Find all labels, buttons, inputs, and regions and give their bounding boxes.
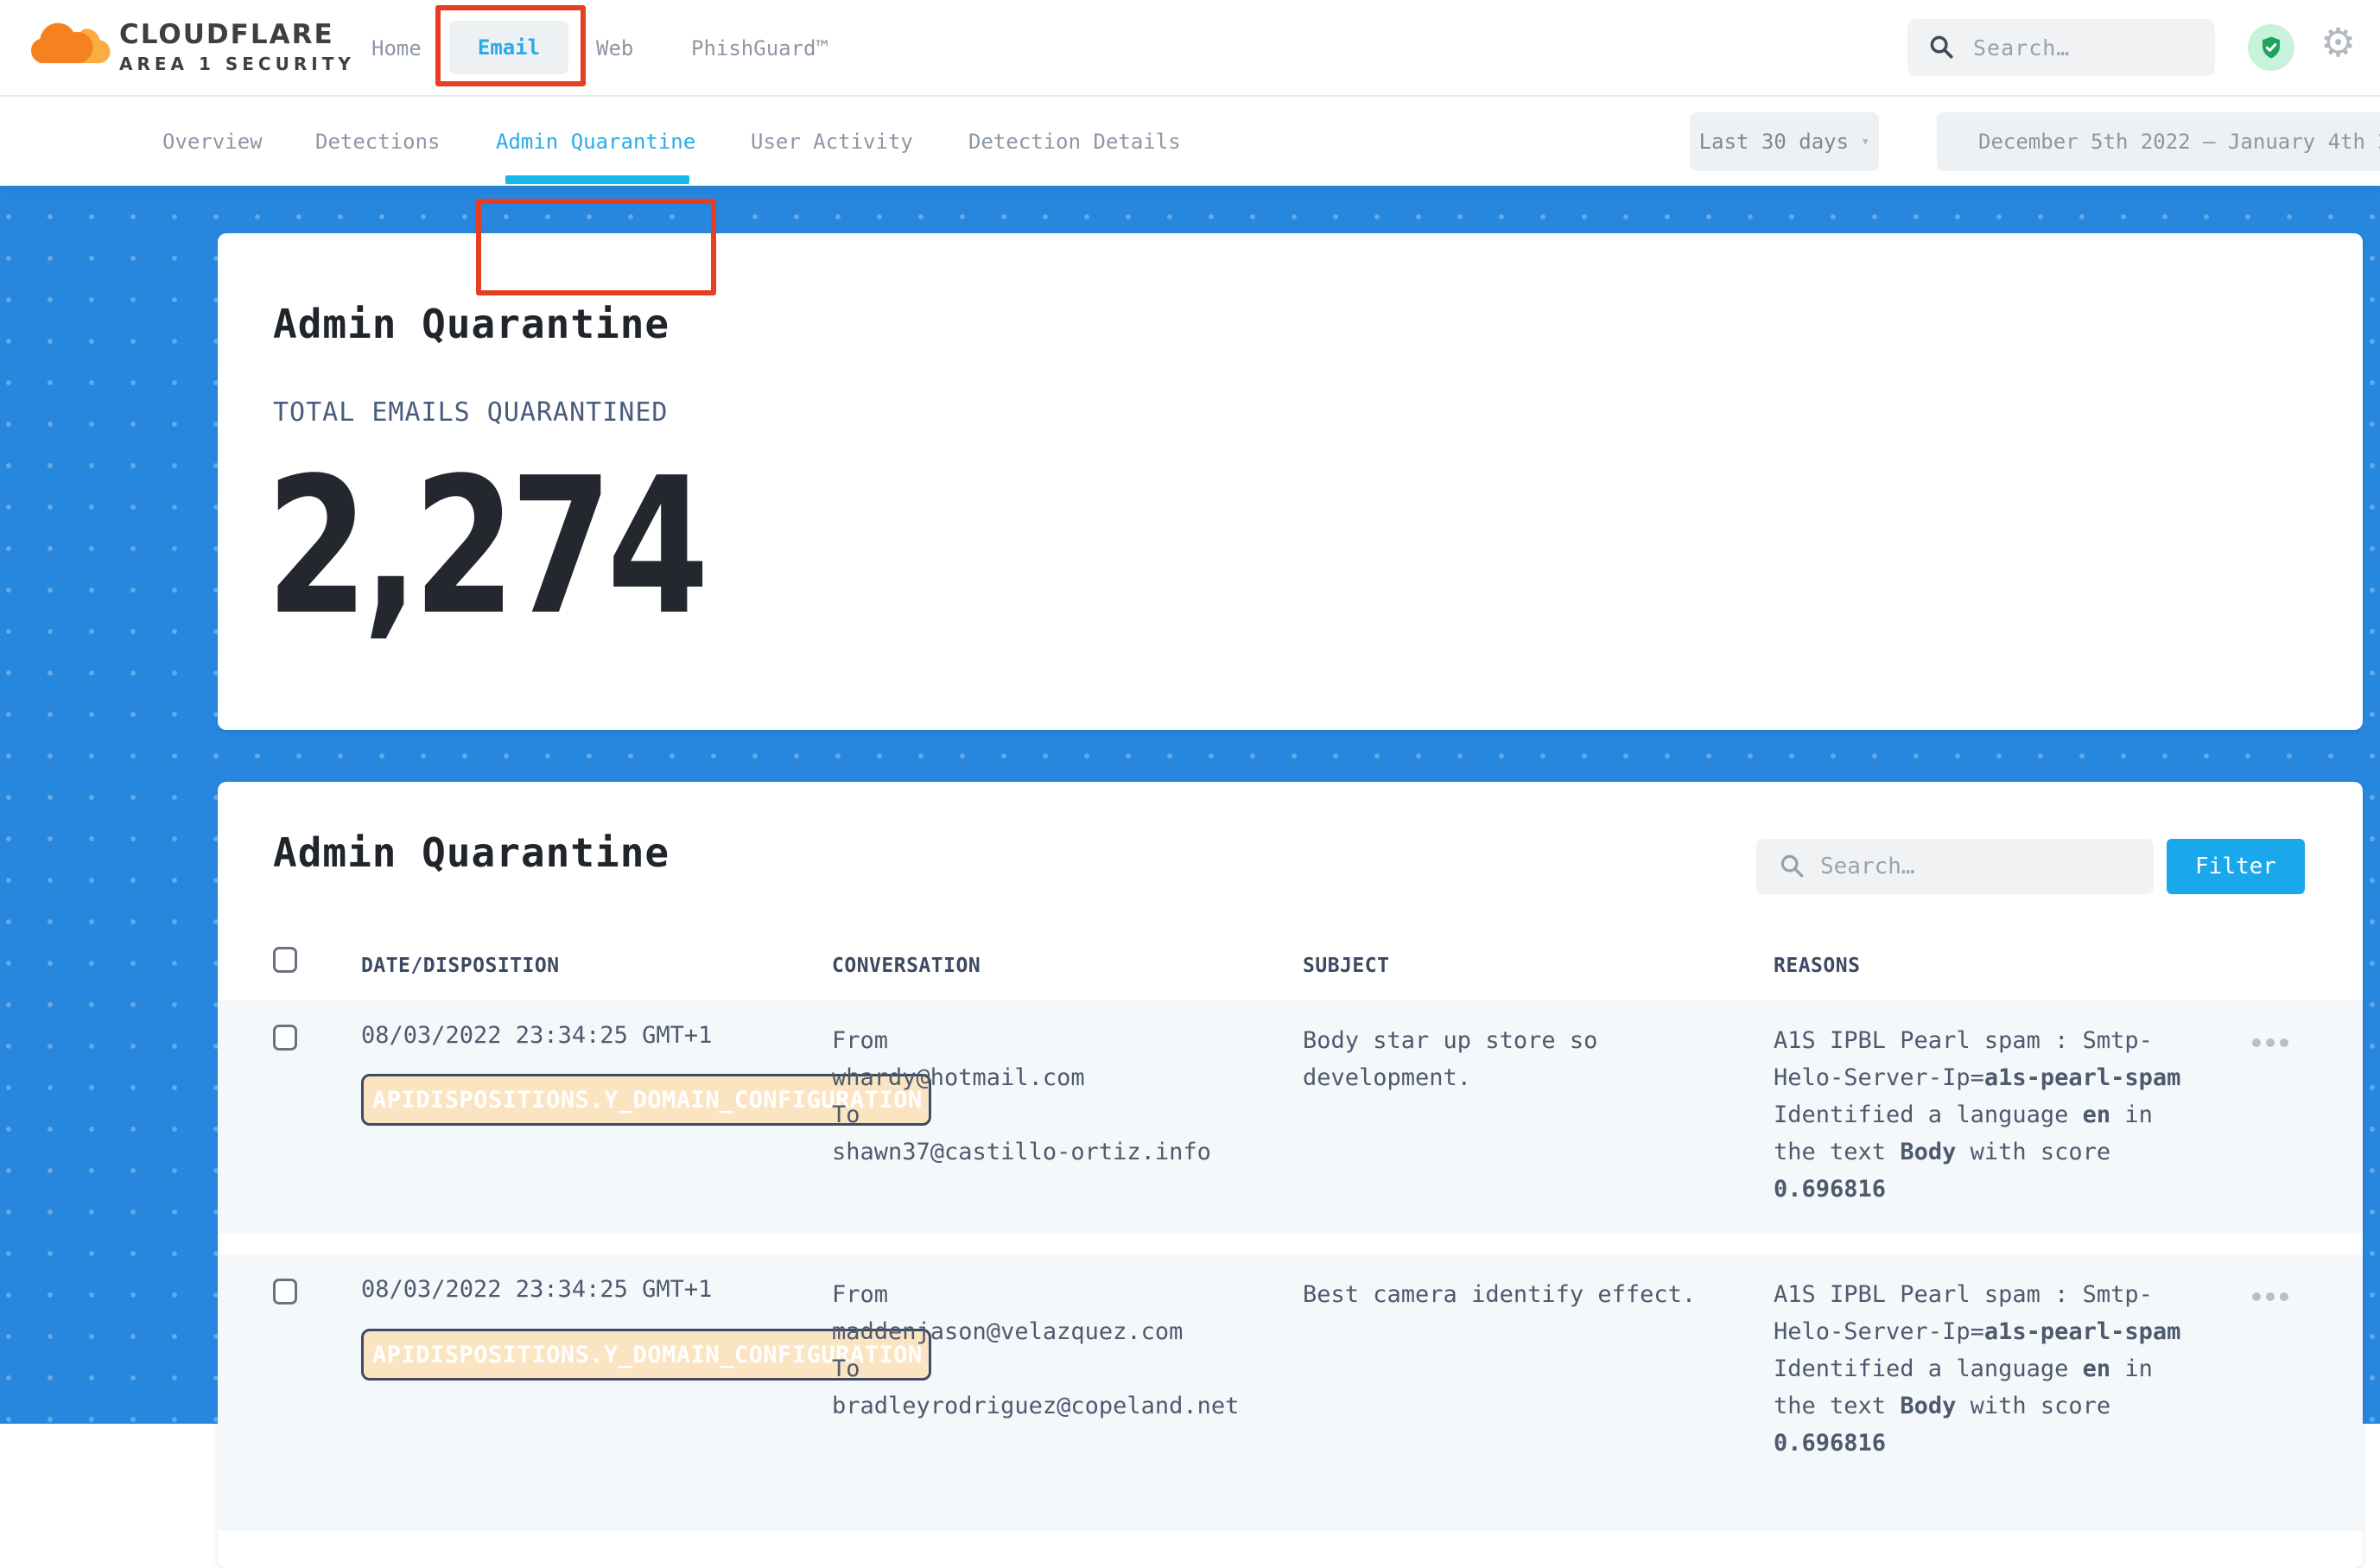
settings-gear-icon[interactable]: ⚙ (2320, 22, 2356, 62)
table-row: 08/03/2022 23:34:25 GMT+1 APIDISPOSITION… (218, 1254, 2363, 1531)
tab-overview[interactable]: Overview (162, 130, 263, 154)
row-conversation: From whardy@hotmail.com To shawn37@casti… (832, 1022, 1211, 1171)
reason-line: A1S IPBL Pearl spam : Smtp- (1774, 1022, 2180, 1059)
cloudflare-logo-icon (31, 14, 114, 69)
protection-status-badge[interactable] (2248, 24, 2294, 71)
table-row: 08/03/2022 23:34:25 GMT+1 APIDISPOSITION… (218, 1000, 2363, 1234)
summary-card: Admin Quarantine TOTAL EMAILS QUARANTINE… (218, 233, 2363, 730)
total-emails-value: 2,274 (266, 449, 704, 647)
tab-admin-quarantine[interactable]: Admin Quarantine (496, 130, 695, 154)
quarantine-table-card: Admin Quarantine Search… Filter DATE/DIS… (218, 782, 2363, 1568)
row-date: 08/03/2022 23:34:25 GMT+1 (361, 1276, 712, 1303)
row-date: 08/03/2022 23:34:25 GMT+1 (361, 1022, 712, 1049)
time-range-label: Last 30 days (1699, 130, 1849, 154)
total-emails-label: TOTAL EMAILS QUARANTINED (273, 397, 668, 428)
table-search-placeholder: Search… (1820, 854, 1915, 879)
email-sub-nav: Overview Detections Admin Quarantine Use… (0, 97, 2380, 186)
from-email: maddenjason@velazquez.com (832, 1313, 1239, 1350)
reason-line: 0.696816 (1774, 1171, 2180, 1208)
nav-item-web[interactable]: Web (596, 36, 633, 60)
to-label: To (832, 1350, 1239, 1387)
tab-detections[interactable]: Detections (315, 130, 441, 154)
brand-name: CLOUDFLARE (119, 19, 334, 50)
filter-button[interactable]: Filter (2167, 839, 2305, 894)
time-range-dropdown[interactable]: Last 30 days ▾ (1690, 112, 1879, 171)
row-subject: Body star up store so development. (1303, 1022, 1709, 1096)
column-header-reasons: REASONS (1774, 955, 1860, 977)
from-email: whardy@hotmail.com (832, 1059, 1211, 1096)
chevron-down-icon: ▾ (1861, 133, 1869, 150)
to-label: To (832, 1096, 1211, 1133)
search-icon (1928, 34, 1956, 61)
global-search-placeholder: Search… (1973, 35, 2070, 60)
row-actions-menu[interactable] (2252, 1038, 2288, 1047)
select-all-checkbox[interactable] (273, 947, 297, 973)
nav-item-phishguard[interactable]: PhishGuard™ (691, 36, 828, 60)
reason-line: Identified a language en in (1774, 1350, 2180, 1387)
tab-detection-details[interactable]: Detection Details (968, 130, 1181, 154)
column-header-conversation: CONVERSATION (832, 955, 981, 977)
reason-line: Identified a language en in (1774, 1096, 2180, 1133)
global-search-input[interactable]: Search… (1907, 19, 2215, 76)
reason-line: Helo-Server-Ip=a1s-pearl-spam (1774, 1059, 2180, 1096)
annotation-box-admin-quarantine-tab (476, 199, 716, 295)
top-bar: CLOUDFLARE AREA 1 SECURITY Home Email We… (0, 0, 2380, 97)
from-label: From (832, 1276, 1239, 1313)
from-label: From (832, 1022, 1211, 1059)
table-card-title: Admin Quarantine (273, 829, 670, 876)
to-email: bradleyrodriguez@copeland.net (832, 1387, 1239, 1425)
reason-line: Helo-Server-Ip=a1s-pearl-spam (1774, 1313, 2180, 1350)
row-reasons: A1S IPBL Pearl spam : Smtp- Helo-Server-… (1774, 1276, 2180, 1462)
row-reasons: A1S IPBL Pearl spam : Smtp- Helo-Server-… (1774, 1022, 2180, 1208)
row-actions-menu[interactable] (2252, 1292, 2288, 1301)
reason-line: the text Body with score (1774, 1133, 2180, 1171)
date-range-display[interactable]: December 5th 2022 — January 4th 2023 (1937, 112, 2380, 171)
row-conversation: From maddenjason@velazquez.com To bradle… (832, 1276, 1239, 1425)
row-checkbox[interactable] (273, 1279, 297, 1305)
date-range-text: December 5th 2022 — January 4th 2023 (1978, 130, 2380, 154)
column-header-subject: SUBJECT (1303, 955, 1389, 977)
active-tab-underline (505, 175, 689, 184)
table-search-input[interactable]: Search… (1756, 839, 2154, 894)
shield-check-icon (2258, 35, 2284, 60)
brand-subtitle: AREA 1 SECURITY (119, 54, 355, 74)
tab-user-activity[interactable]: User Activity (751, 130, 913, 154)
to-email: shawn37@castillo-ortiz.info (832, 1133, 1211, 1171)
nav-item-home[interactable]: Home (371, 36, 422, 60)
reason-line: 0.696816 (1774, 1425, 2180, 1462)
reason-line: A1S IPBL Pearl spam : Smtp- (1774, 1276, 2180, 1313)
reason-line: the text Body with score (1774, 1387, 2180, 1425)
search-icon (1779, 853, 1806, 880)
annotation-box-email-tab (435, 5, 586, 86)
row-subject: Best camera identify effect. (1303, 1276, 1709, 1313)
summary-card-title: Admin Quarantine (273, 301, 670, 347)
column-header-date-disposition: DATE/DISPOSITION (361, 955, 560, 977)
row-checkbox[interactable] (273, 1025, 297, 1051)
